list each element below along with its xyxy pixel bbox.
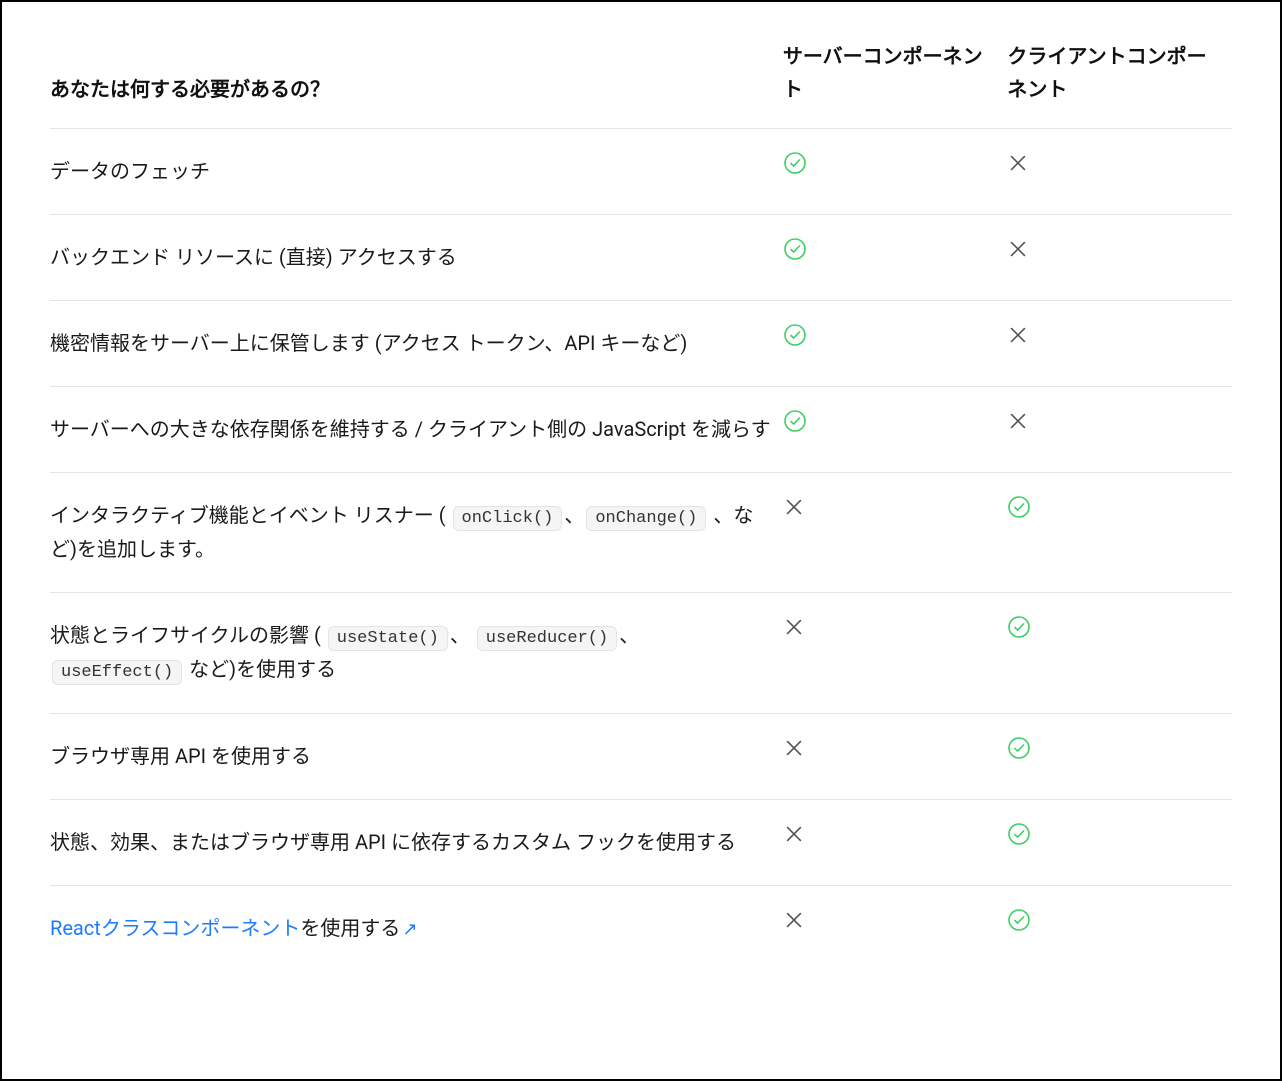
check-circle-icon bbox=[783, 323, 807, 347]
table-row: Reactクラスコンポーネントを使用する↗ bbox=[50, 886, 1232, 986]
server-cell bbox=[783, 473, 1008, 593]
x-mark-icon bbox=[783, 909, 805, 931]
server-cell bbox=[783, 593, 1008, 714]
client-cell bbox=[1007, 215, 1232, 301]
table-header-row: あなたは何する必要があるの？ サーバーコンポーネント クライアントコンポーネント bbox=[50, 26, 1232, 129]
client-cell bbox=[1007, 714, 1232, 800]
need-cell: サーバーへの大きな依存関係を維持する / クライアント側の JavaScript… bbox=[50, 387, 783, 473]
need-cell: 状態、効果、またはブラウザ専用 API に依存するカスタム フックを使用する bbox=[50, 800, 783, 886]
need-cell: バックエンド リソースに (直接) アクセスする bbox=[50, 215, 783, 301]
table-row: 状態、効果、またはブラウザ専用 API に依存するカスタム フックを使用する bbox=[50, 800, 1232, 886]
client-cell bbox=[1007, 301, 1232, 387]
check-circle-icon bbox=[783, 237, 807, 261]
server-cell bbox=[783, 714, 1008, 800]
check-circle-icon bbox=[1007, 822, 1031, 846]
header-client: クライアントコンポーネント bbox=[1007, 26, 1232, 129]
server-cell bbox=[783, 215, 1008, 301]
header-server: サーバーコンポーネント bbox=[783, 26, 1008, 129]
react-class-component-link[interactable]: Reactクラスコンポーネント bbox=[50, 916, 300, 940]
x-mark-icon bbox=[1007, 152, 1029, 174]
client-cell bbox=[1007, 473, 1232, 593]
x-mark-icon bbox=[783, 823, 805, 845]
need-cell: データのフェッチ bbox=[50, 129, 783, 215]
client-cell bbox=[1007, 593, 1232, 714]
document-frame: あなたは何する必要があるの？ サーバーコンポーネント クライアントコンポーネント… bbox=[0, 0, 1282, 1081]
server-cell bbox=[783, 387, 1008, 473]
client-cell bbox=[1007, 886, 1232, 986]
inline-code: onClick() bbox=[453, 506, 563, 531]
x-mark-icon bbox=[783, 616, 805, 638]
x-mark-icon bbox=[783, 496, 805, 518]
check-circle-icon bbox=[1007, 736, 1031, 760]
need-cell: Reactクラスコンポーネントを使用する↗ bbox=[50, 886, 783, 986]
need-cell: 状態とライフサイクルの影響 ( useState()、 useReducer()… bbox=[50, 593, 783, 714]
inline-code: useReducer() bbox=[477, 626, 617, 651]
need-cell: ブラウザ専用 API を使用する bbox=[50, 714, 783, 800]
check-circle-icon bbox=[1007, 495, 1031, 519]
x-mark-icon bbox=[1007, 238, 1029, 260]
server-cell bbox=[783, 301, 1008, 387]
table-row: ブラウザ専用 API を使用する bbox=[50, 714, 1232, 800]
check-circle-icon bbox=[783, 151, 807, 175]
server-cell bbox=[783, 129, 1008, 215]
need-cell: インタラクティブ機能とイベント リスナー ( onClick()、onChang… bbox=[50, 473, 783, 593]
external-link-icon: ↗ bbox=[402, 919, 417, 940]
table-row: 状態とライフサイクルの影響 ( useState()、 useReducer()… bbox=[50, 593, 1232, 714]
table-row: データのフェッチ bbox=[50, 129, 1232, 215]
comparison-table: あなたは何する必要があるの？ サーバーコンポーネント クライアントコンポーネント… bbox=[50, 26, 1232, 985]
header-need: あなたは何する必要があるの？ bbox=[50, 26, 783, 129]
need-cell: 機密情報をサーバー上に保管します (アクセス トークン、API キーなど) bbox=[50, 301, 783, 387]
client-cell bbox=[1007, 387, 1232, 473]
client-cell bbox=[1007, 129, 1232, 215]
inline-code: useState() bbox=[328, 626, 448, 651]
x-mark-icon bbox=[783, 737, 805, 759]
server-cell bbox=[783, 800, 1008, 886]
check-circle-icon bbox=[783, 409, 807, 433]
table-row: バックエンド リソースに (直接) アクセスする bbox=[50, 215, 1232, 301]
inline-code: onChange() bbox=[586, 506, 706, 531]
client-cell bbox=[1007, 800, 1232, 886]
check-circle-icon bbox=[1007, 908, 1031, 932]
x-mark-icon bbox=[1007, 324, 1029, 346]
x-mark-icon bbox=[1007, 410, 1029, 432]
table-row: インタラクティブ機能とイベント リスナー ( onClick()、onChang… bbox=[50, 473, 1232, 593]
server-cell bbox=[783, 886, 1008, 986]
check-circle-icon bbox=[1007, 615, 1031, 639]
inline-code: useEffect() bbox=[52, 660, 182, 685]
table-row: サーバーへの大きな依存関係を維持する / クライアント側の JavaScript… bbox=[50, 387, 1232, 473]
table-row: 機密情報をサーバー上に保管します (アクセス トークン、API キーなど) bbox=[50, 301, 1232, 387]
